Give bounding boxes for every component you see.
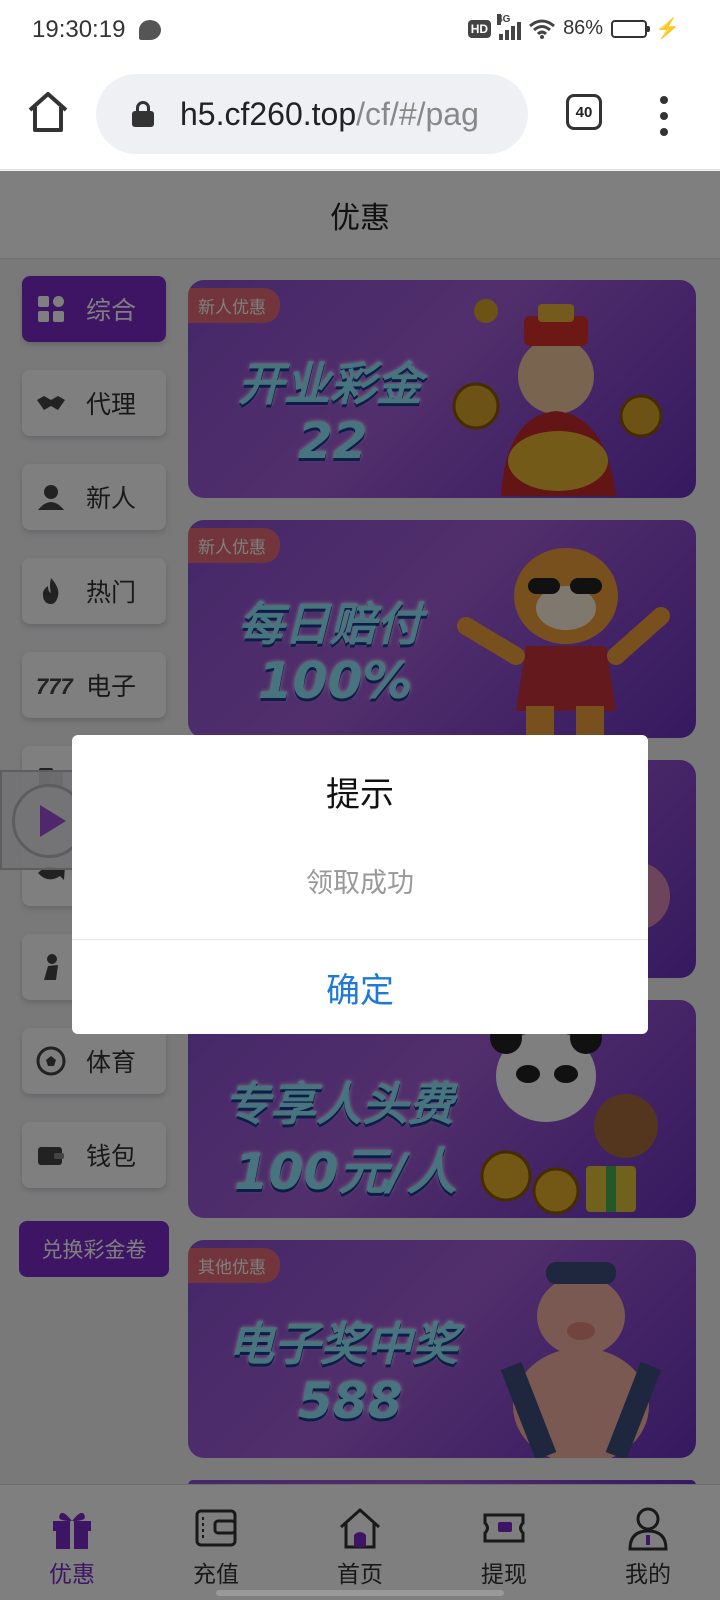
confirm-button[interactable]: 确定 xyxy=(72,940,648,1034)
signal-icon: 4G xyxy=(497,13,522,40)
message-icon xyxy=(139,20,162,40)
overflow-menu-button[interactable] xyxy=(656,96,672,136)
status-bar: 19:30:19 HD 4G 86% ⚡ xyxy=(0,0,720,60)
wifi-icon xyxy=(529,19,556,39)
lock-icon xyxy=(132,101,154,127)
status-time: 19:30:19 xyxy=(32,16,126,43)
url-text: h5.cf260.top/cf/#/pag xyxy=(180,95,479,132)
battery-percent: 86% xyxy=(563,17,604,39)
battery-icon xyxy=(611,19,651,38)
charging-icon: ⚡ xyxy=(655,18,680,40)
browser-toolbar: h5.cf260.top/cf/#/pag 40 xyxy=(0,60,720,170)
address-bar[interactable]: h5.cf260.top/cf/#/pag xyxy=(96,74,528,154)
alert-dialog: 提示 领取成功 确定 xyxy=(72,735,648,1034)
home-button[interactable] xyxy=(24,88,72,136)
dialog-message: 领取成功 xyxy=(306,868,414,899)
dialog-title: 提示 xyxy=(326,775,394,815)
hd-icon: HD xyxy=(467,19,492,38)
tab-switcher-button[interactable]: 40 xyxy=(566,94,602,130)
network-type: 4G xyxy=(497,13,511,25)
status-indicators: HD 4G 86% ⚡ xyxy=(467,13,680,41)
gesture-bar[interactable] xyxy=(216,1590,504,1596)
